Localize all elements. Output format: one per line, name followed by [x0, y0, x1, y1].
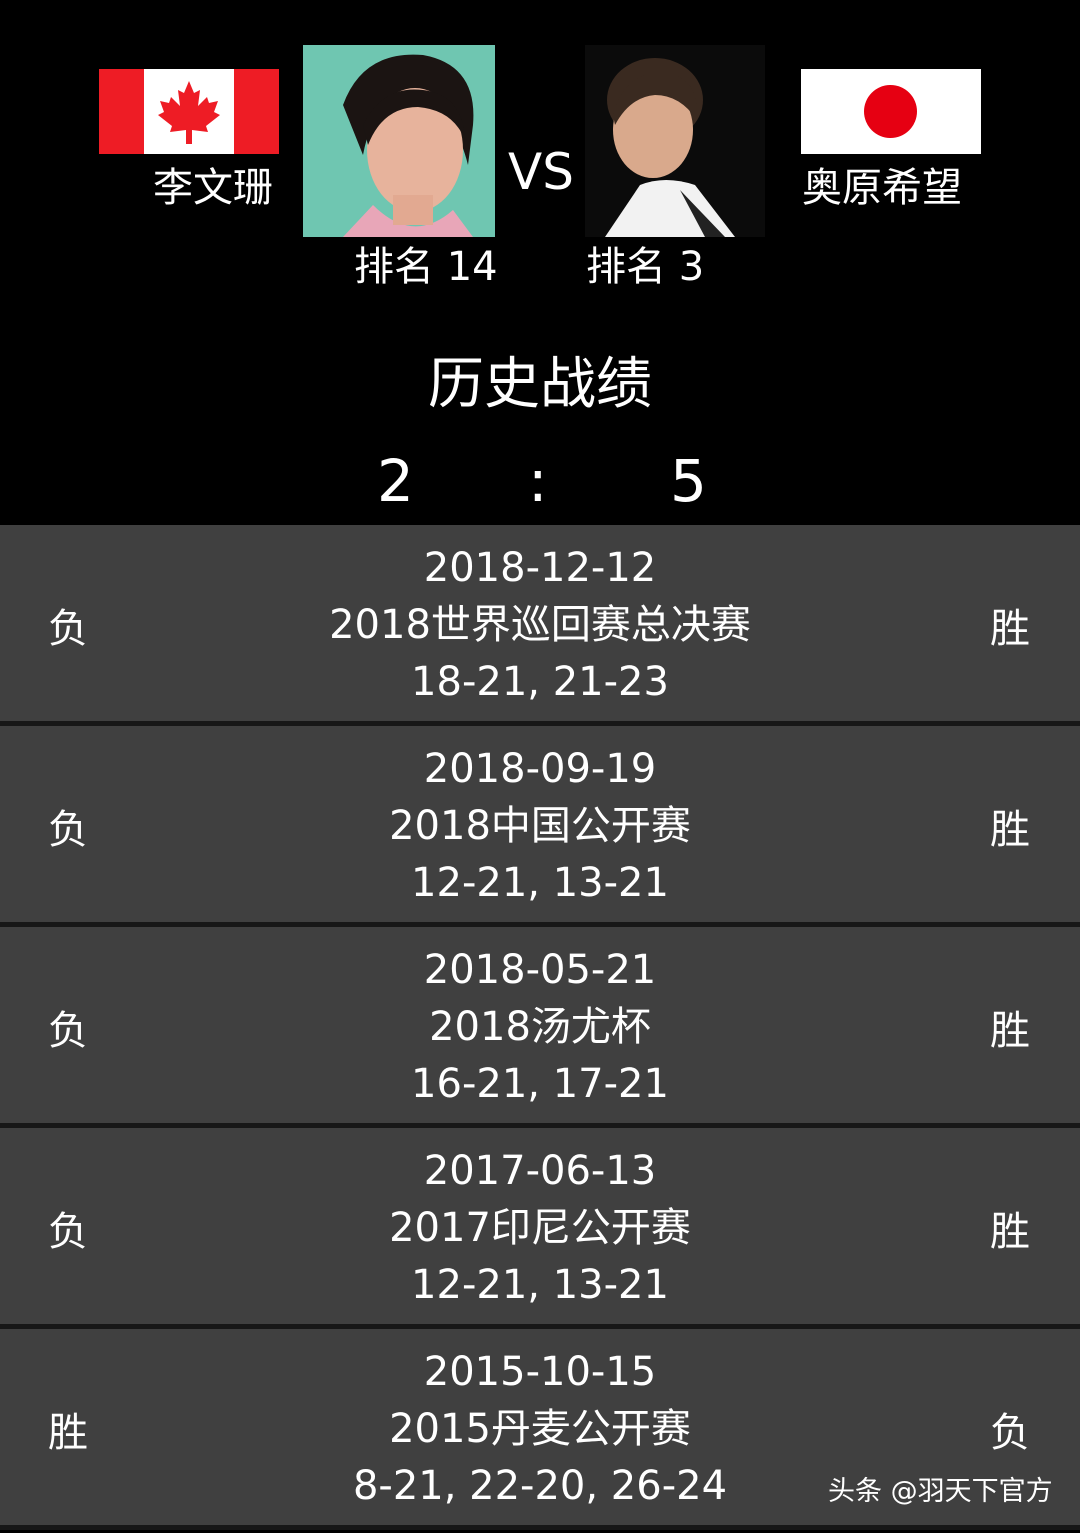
history-title: 历史战绩 — [428, 352, 652, 417]
right-result: 胜 — [990, 1008, 1030, 1054]
player-right-name: 奥原希望 — [802, 165, 962, 211]
match-score: 12-21, 13-21 — [411, 1262, 669, 1308]
match-event: 2017印尼公开赛 — [389, 1205, 691, 1251]
right-result: 负 — [990, 1410, 1030, 1456]
right-result: 胜 — [990, 1209, 1030, 1255]
match-history-list: 负 2018-12-12 2018世界巡回赛总决赛 18-21, 21-23 胜… — [0, 525, 1080, 1530]
player-right-rank: 排名 3 — [586, 244, 705, 290]
match-row: 负 2018-12-12 2018世界巡回赛总决赛 18-21, 21-23 胜 — [0, 525, 1080, 726]
match-event: 2018汤尤杯 — [429, 1004, 651, 1050]
match-event: 2018中国公开赛 — [389, 803, 691, 849]
player-right-photo — [585, 45, 765, 237]
canada-flag-icon — [99, 69, 279, 154]
match-event: 2015丹麦公开赛 — [389, 1406, 691, 1452]
match-date: 2015-10-15 — [423, 1349, 657, 1395]
vs-label: VS — [508, 143, 574, 201]
match-row: 负 2018-09-19 2018中国公开赛 12-21, 13-21 胜 — [0, 726, 1080, 927]
match-date: 2018-12-12 — [423, 545, 657, 591]
player-left-name: 李文珊 — [153, 165, 273, 211]
match-date: 2018-05-21 — [423, 947, 657, 993]
head-to-head-score-left: 2 — [377, 447, 414, 515]
right-result: 胜 — [990, 807, 1030, 853]
japan-flag-icon — [801, 69, 981, 154]
matchup-header: 李文珊 VS 奥原希望 排名 14 排名 3 历史战绩 2 : 5 — [0, 0, 1080, 525]
match-date: 2017-06-13 — [423, 1148, 657, 1194]
player-left-rank: 排名 14 — [354, 244, 498, 290]
match-event: 2018世界巡回赛总决赛 — [329, 602, 751, 648]
match-row: 负 2018-05-21 2018汤尤杯 16-21, 17-21 胜 — [0, 927, 1080, 1128]
head-to-head-separator: : — [528, 447, 548, 515]
match-score: 16-21, 17-21 — [411, 1061, 669, 1107]
head-to-head-score-right: 5 — [670, 447, 707, 515]
watermark: 头条 @羽天下官方 — [828, 1476, 1053, 1507]
right-result: 胜 — [990, 606, 1030, 652]
match-score: 12-21, 13-21 — [411, 860, 669, 906]
match-date: 2018-09-19 — [423, 746, 657, 792]
match-score: 18-21, 21-23 — [411, 659, 669, 705]
player-left-photo — [303, 45, 495, 237]
match-row: 负 2017-06-13 2017印尼公开赛 12-21, 13-21 胜 — [0, 1128, 1080, 1329]
